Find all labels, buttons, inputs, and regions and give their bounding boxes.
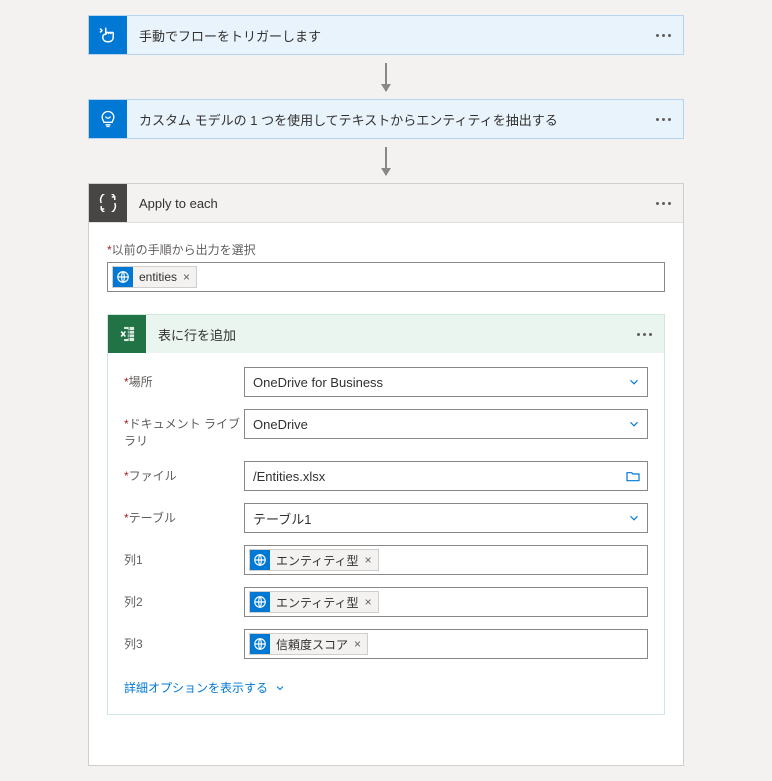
prev-output-label: *以前の手順から出力を選択 — [107, 241, 665, 258]
arrow-down-icon — [385, 147, 387, 175]
excel-menu[interactable] — [624, 315, 664, 353]
folder-icon[interactable] — [625, 468, 641, 484]
token-label: entities — [139, 270, 177, 284]
file-input[interactable]: /Entities.xlsx — [244, 461, 648, 491]
step-trigger[interactable]: 手動でフローをトリガーします — [88, 15, 684, 55]
ai-builder-icon — [89, 100, 127, 138]
step-apply-to-each: Apply to each *以前の手順から出力を選択 entities × — [88, 183, 684, 766]
token-entities[interactable]: entities × — [112, 266, 197, 288]
token-label: エンティティ型 — [276, 552, 359, 569]
excel-icon — [108, 315, 146, 353]
dynamic-content-icon — [250, 592, 270, 612]
loop-icon — [89, 184, 127, 222]
trigger-icon — [89, 16, 127, 54]
step-extract[interactable]: カスタム モデルの 1 つを使用してテキストからエンティティを抽出する — [88, 99, 684, 139]
col2-label: 列2 — [124, 587, 244, 610]
location-value: OneDrive for Business — [253, 375, 383, 390]
token-label: 信頼度スコア — [276, 636, 348, 653]
file-value: /Entities.xlsx — [253, 469, 325, 484]
extract-title: カスタム モデルの 1 つを使用してテキストからエンティティを抽出する — [127, 100, 643, 138]
ellipsis-icon — [637, 333, 652, 336]
chevron-down-icon — [627, 417, 641, 431]
prev-output-input[interactable]: entities × — [107, 262, 665, 292]
excel-title: 表に行を追加 — [146, 315, 624, 353]
token-col3[interactable]: 信頼度スコア × — [249, 633, 368, 655]
col1-label: 列1 — [124, 545, 244, 568]
table-select[interactable]: テーブル1 — [244, 503, 648, 533]
ellipsis-icon — [656, 202, 671, 205]
token-col1[interactable]: エンティティ型 × — [249, 549, 379, 571]
dynamic-content-icon — [250, 634, 270, 654]
token-remove[interactable]: × — [365, 553, 372, 567]
col3-label: 列3 — [124, 629, 244, 652]
col2-input[interactable]: エンティティ型 × — [244, 587, 648, 617]
token-remove[interactable]: × — [354, 637, 361, 651]
token-label: エンティティ型 — [276, 594, 359, 611]
library-select[interactable]: OneDrive — [244, 409, 648, 439]
location-label: *場所 — [124, 367, 244, 390]
col3-input[interactable]: 信頼度スコア × — [244, 629, 648, 659]
location-select[interactable]: OneDrive for Business — [244, 367, 648, 397]
chevron-down-icon — [627, 375, 641, 389]
chevron-down-icon — [274, 682, 286, 694]
ellipsis-icon — [656, 34, 671, 37]
ellipsis-icon — [656, 118, 671, 121]
table-value: テーブル1 — [253, 509, 311, 528]
each-title: Apply to each — [127, 184, 643, 222]
excel-header[interactable]: 表に行を追加 — [108, 315, 664, 353]
chevron-down-icon — [627, 511, 641, 525]
token-remove[interactable]: × — [183, 270, 190, 284]
library-value: OneDrive — [253, 417, 308, 432]
arrow-down-icon — [385, 63, 387, 91]
dynamic-content-icon — [113, 267, 133, 287]
each-header[interactable]: Apply to each — [89, 184, 683, 223]
token-col2[interactable]: エンティティ型 × — [249, 591, 379, 613]
show-advanced-options[interactable]: 詳細オプションを表示する — [124, 679, 286, 696]
dynamic-content-icon — [250, 550, 270, 570]
token-remove[interactable]: × — [365, 595, 372, 609]
table-label: *テーブル — [124, 503, 244, 526]
file-label: *ファイル — [124, 461, 244, 484]
library-label: *ドキュメント ライブラリ — [124, 409, 244, 449]
step-excel-add-row: 表に行を追加 *場所 OneDrive for Business — [107, 314, 665, 715]
trigger-title: 手動でフローをトリガーします — [127, 16, 643, 54]
each-menu[interactable] — [643, 184, 683, 222]
extract-menu[interactable] — [643, 100, 683, 138]
show-advanced-label: 詳細オプションを表示する — [124, 679, 268, 696]
trigger-menu[interactable] — [643, 16, 683, 54]
col1-input[interactable]: エンティティ型 × — [244, 545, 648, 575]
